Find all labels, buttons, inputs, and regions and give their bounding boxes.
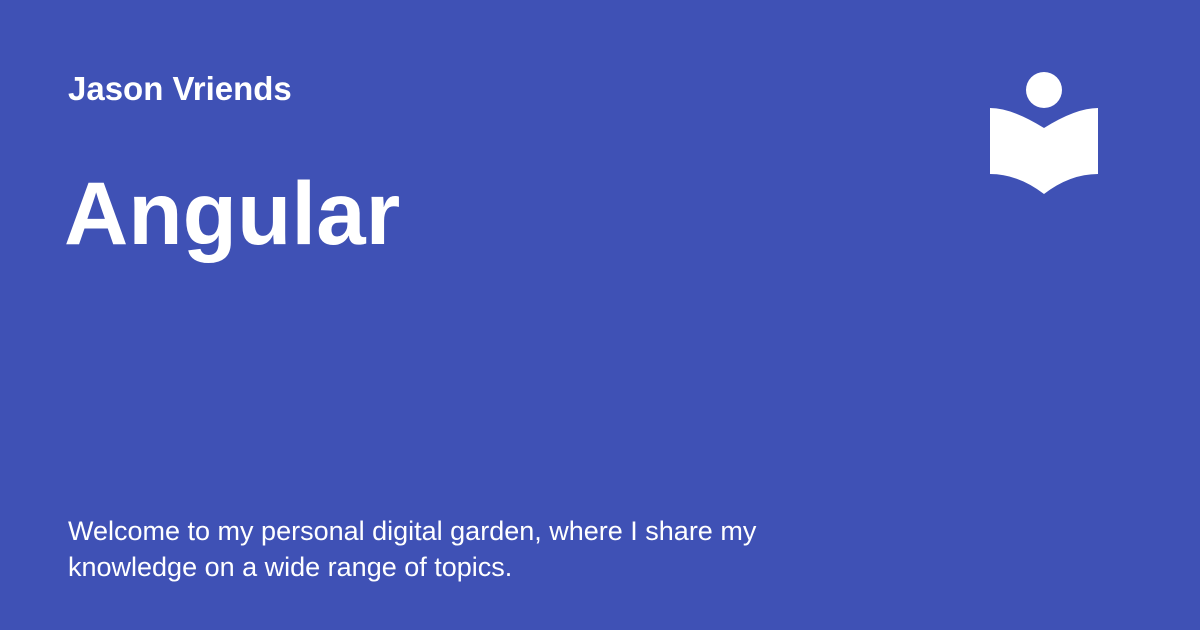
site-description: Welcome to my personal digital garden, w…	[68, 516, 757, 582]
author-name: Jason Vriends	[68, 70, 292, 107]
page-title: Angular	[64, 163, 401, 263]
reader-book-icon	[988, 70, 1100, 198]
social-card: Jason Vriends Angular Welcome to my pers…	[0, 0, 1200, 630]
